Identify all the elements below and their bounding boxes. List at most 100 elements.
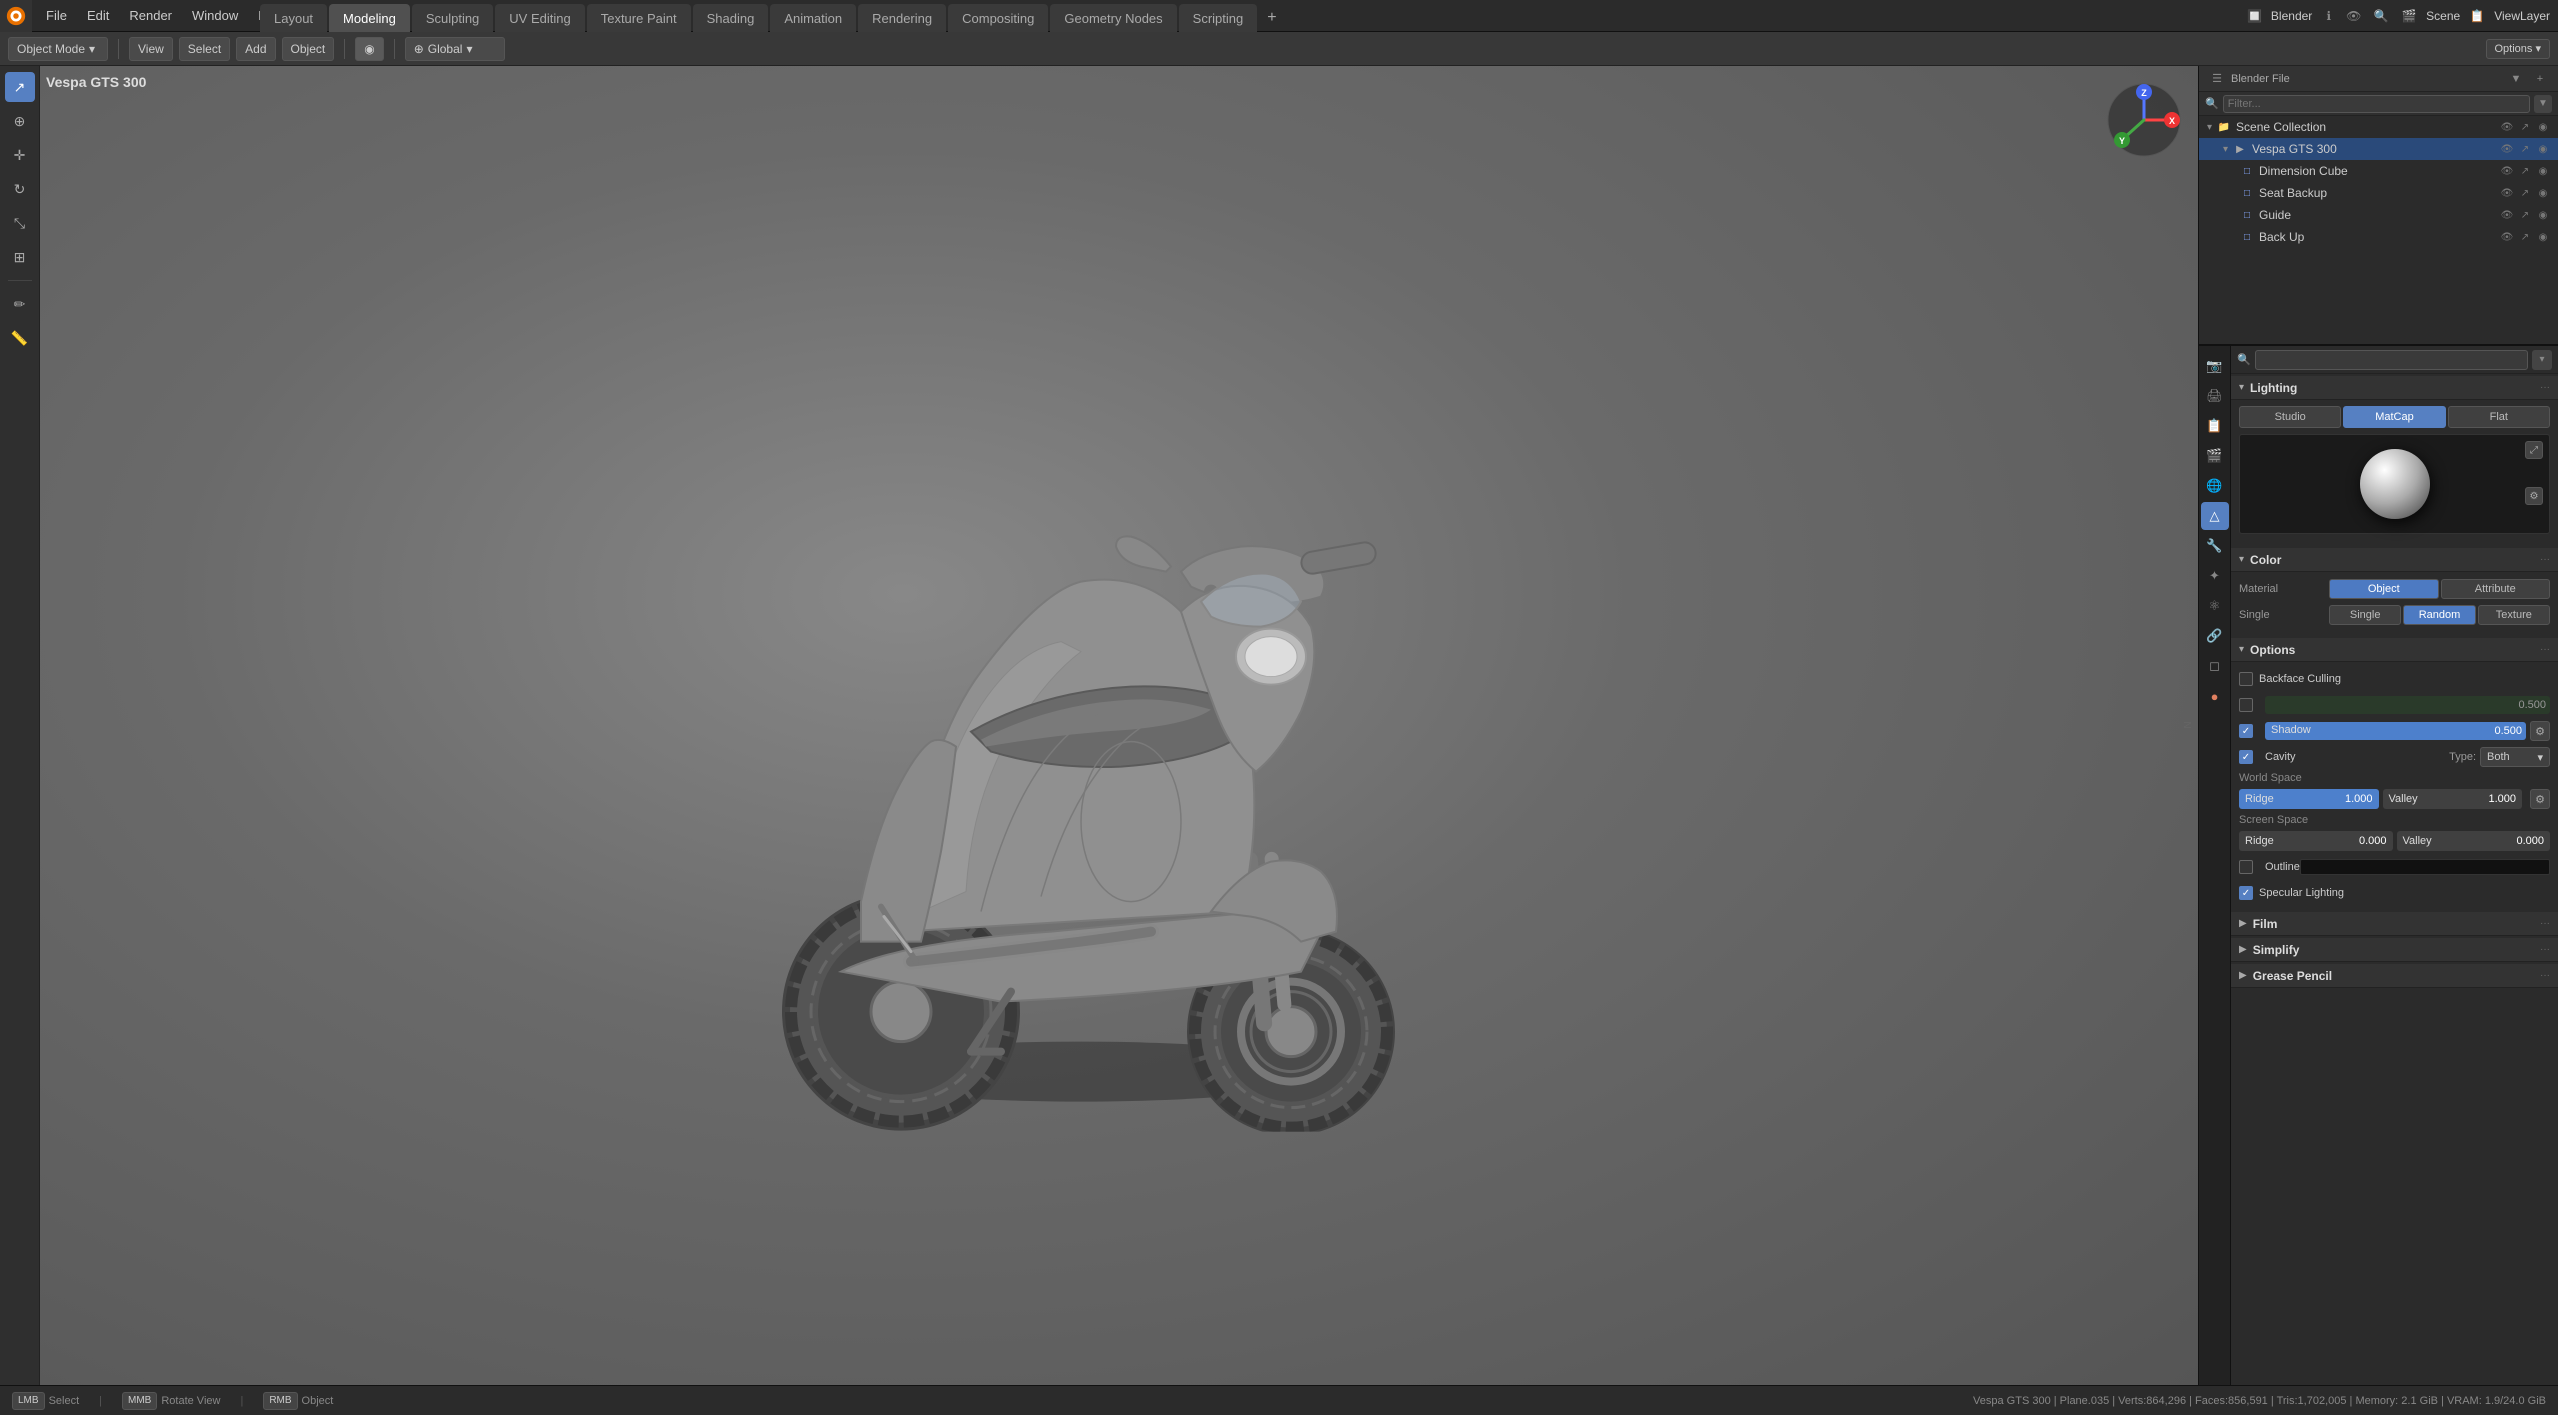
tool-measure[interactable]: 📏	[5, 323, 35, 353]
tool-rotate[interactable]: ↻	[5, 174, 35, 204]
tab-animation[interactable]: Animation	[770, 4, 856, 32]
tool-transform[interactable]: ⊞	[5, 242, 35, 272]
render-icon-guide[interactable]: ◉	[2536, 208, 2550, 222]
tab-layout[interactable]: Layout	[260, 4, 327, 32]
matcap-btn[interactable]: MatCap	[2343, 406, 2445, 428]
props-render-icon[interactable]: 📷	[2201, 352, 2229, 380]
flat-btn[interactable]: Flat	[2448, 406, 2550, 428]
tab-geometry-nodes[interactable]: Geometry Nodes	[1050, 4, 1176, 32]
render-icon-seat[interactable]: ◉	[2536, 186, 2550, 200]
props-object-icon[interactable]: △	[2201, 502, 2229, 530]
blender-logo[interactable]	[0, 0, 32, 32]
tab-sculpting[interactable]: Sculpting	[412, 4, 493, 32]
lighting-section-header[interactable]: ▾ Lighting ···	[2231, 376, 2558, 400]
single-btn[interactable]: Single	[2329, 605, 2401, 625]
outliner-new-collection-icon[interactable]: +	[2530, 70, 2550, 88]
outliner-filter-options[interactable]: ▼	[2534, 95, 2552, 113]
viewport-shading-solid[interactable]: ◉	[355, 37, 383, 61]
tool-move[interactable]: ✛	[5, 140, 35, 170]
random-btn[interactable]: Random	[2403, 605, 2475, 625]
tool-select[interactable]: ↗	[5, 72, 35, 102]
cavity-type-dropdown[interactable]: Both ▾	[2480, 747, 2550, 767]
select-icon-backup[interactable]: ↗	[2518, 230, 2532, 244]
outliner-vespa-collection[interactable]: ▾ ▶ Vespa GTS 300 👁 ↗ ◉	[2199, 138, 2558, 160]
ss-valley-slider[interactable]: Valley 0.000	[2397, 831, 2551, 851]
tab-compositing[interactable]: Compositing	[948, 4, 1048, 32]
props-material-icon[interactable]: ●	[2201, 682, 2229, 710]
transform-pivot[interactable]: ⊕ Global ▾	[405, 37, 505, 61]
outliner-mode-icon[interactable]: ☰	[2207, 70, 2227, 88]
view-btn[interactable]: View	[129, 37, 173, 61]
outliner-dimension-cube[interactable]: □ Dimension Cube 👁 ↗ ◉	[2199, 160, 2558, 182]
props-constraints-icon[interactable]: 🔗	[2201, 622, 2229, 650]
world-ridge-slider[interactable]: Ridge 1.000	[2239, 789, 2379, 809]
outliner-seat-backup[interactable]: □ Seat Backup 👁 ↗ ◉	[2199, 182, 2558, 204]
object-btn-color[interactable]: Object	[2329, 579, 2439, 599]
matcap-expand-btn[interactable]: ⤢	[2525, 441, 2543, 459]
select-icon[interactable]: ↗	[2518, 120, 2532, 134]
tab-modeling[interactable]: Modeling	[329, 4, 410, 32]
axis-gizmo[interactable]: Z X Y	[2104, 80, 2184, 160]
render-icon[interactable]: ◉	[2536, 120, 2550, 134]
backface-culling-checkbox[interactable]	[2239, 672, 2253, 686]
options-section-header[interactable]: ▾ Options ···	[2231, 638, 2558, 662]
tab-uv-editing[interactable]: UV Editing	[495, 4, 584, 32]
select-icon-guide[interactable]: ↗	[2518, 208, 2532, 222]
eye-icon[interactable]: 👁	[2345, 5, 2362, 27]
outliner-filter-icon[interactable]: ▼	[2506, 70, 2526, 88]
select-btn[interactable]: Select	[179, 37, 230, 61]
tool-annotate[interactable]: ✏	[5, 289, 35, 319]
eye-icon-vespa[interactable]: 👁	[2500, 142, 2514, 156]
eye-icon-backup[interactable]: 👁	[2500, 230, 2514, 244]
object-btn[interactable]: Object	[282, 37, 335, 61]
props-object-data-icon[interactable]: ◻	[2201, 652, 2229, 680]
select-icon-seat[interactable]: ↗	[2518, 186, 2532, 200]
add-workspace-button[interactable]: +	[1259, 4, 1284, 32]
tool-scale[interactable]: ⤡	[5, 208, 35, 238]
cavity-checkbox[interactable]	[2239, 750, 2253, 764]
shadow-gear-btn[interactable]: ⚙	[2530, 721, 2550, 741]
props-physics-icon[interactable]: ⚛	[2201, 592, 2229, 620]
outline-checkbox[interactable]	[2239, 860, 2253, 874]
specular-checkbox[interactable]	[2239, 886, 2253, 900]
props-chevron-btn[interactable]: ▾	[2532, 350, 2552, 370]
xray-checkbox[interactable]	[2239, 698, 2253, 712]
matcap-settings-btn[interactable]: ⚙	[2525, 487, 2543, 505]
tab-texture-paint[interactable]: Texture Paint	[587, 4, 691, 32]
grease-pencil-section-header[interactable]: ▶ Grease Pencil ···	[2231, 964, 2558, 988]
mode-dropdown[interactable]: Object Mode ▾	[8, 37, 108, 61]
select-icon-vespa[interactable]: ↗	[2518, 142, 2532, 156]
tool-cursor[interactable]: ⊕	[5, 106, 35, 136]
props-world-icon[interactable]: 🌐	[2201, 472, 2229, 500]
props-view-layer-icon[interactable]: 📋	[2201, 412, 2229, 440]
scene-icon[interactable]: 🎬	[2398, 5, 2420, 27]
eye-icon-seat[interactable]: 👁	[2500, 186, 2514, 200]
world-valley-slider[interactable]: Valley 1.000	[2383, 789, 2523, 809]
menu-window[interactable]: Window	[182, 0, 248, 31]
menu-edit[interactable]: Edit	[77, 0, 119, 31]
eye-icon-dim[interactable]: 👁	[2500, 164, 2514, 178]
props-output-icon[interactable]: 🖨	[2201, 382, 2229, 410]
menu-render[interactable]: Render	[119, 0, 182, 31]
eye-icon-guide[interactable]: 👁	[2500, 208, 2514, 222]
viewport[interactable]: Vespa GTS 300 N Z X Y	[40, 66, 2198, 1385]
search-icon[interactable]: 🔍	[2370, 5, 2392, 27]
props-scene-icon[interactable]: 🎬	[2201, 442, 2229, 470]
outliner-scene-collection[interactable]: ▾ 📁 Scene Collection 👁 ↗ ◉	[2199, 116, 2558, 138]
render-icon-dim[interactable]: ◉	[2536, 164, 2550, 178]
ss-ridge-slider[interactable]: Ridge 0.000	[2239, 831, 2393, 851]
matcap-preview[interactable]: ⤢ ⚙	[2239, 434, 2550, 534]
shadow-slider[interactable]: Shadow 0.500	[2265, 722, 2526, 740]
options-button[interactable]: Options ▾	[2486, 39, 2551, 59]
props-search-input[interactable]	[2255, 350, 2528, 370]
menu-file[interactable]: File	[36, 0, 77, 31]
info-icon[interactable]: ℹ	[2320, 5, 2337, 27]
viewlayer-icon[interactable]: 📋	[2466, 5, 2488, 27]
tab-rendering[interactable]: Rendering	[858, 4, 946, 32]
outliner-backup[interactable]: □ Back Up 👁 ↗ ◉	[2199, 226, 2558, 248]
select-icon-dim[interactable]: ↗	[2518, 164, 2532, 178]
render-icon-backup[interactable]: ◉	[2536, 230, 2550, 244]
eye-icon[interactable]: 👁	[2500, 120, 2514, 134]
outliner-guide[interactable]: □ Guide 👁 ↗ ◉	[2199, 204, 2558, 226]
studio-btn[interactable]: Studio	[2239, 406, 2341, 428]
